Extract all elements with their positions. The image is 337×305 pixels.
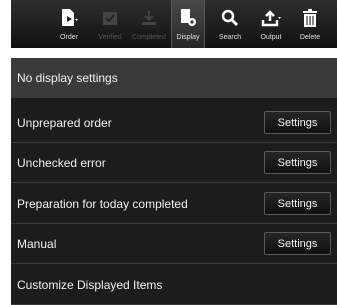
trash-icon xyxy=(297,7,323,29)
unchecked-error-settings-button[interactable]: Settings xyxy=(264,151,331,174)
output-icon xyxy=(258,7,284,29)
menu-item-unprepared-order[interactable]: Unprepared order Settings xyxy=(11,103,337,143)
order-button[interactable]: Order xyxy=(52,0,86,48)
menu-item-manual[interactable]: Manual Settings xyxy=(11,224,337,264)
menu-item-no-display-settings[interactable]: No display settings xyxy=(11,58,337,98)
search-button[interactable]: Search xyxy=(213,0,247,48)
delete-button[interactable]: Delete xyxy=(293,0,327,48)
verify-icon xyxy=(97,7,123,29)
complete-icon xyxy=(136,7,162,29)
left-border xyxy=(0,58,11,305)
search-icon xyxy=(217,7,243,29)
menu-item-unchecked-error[interactable]: Unchecked error Settings xyxy=(11,143,337,183)
preparation-completed-settings-button[interactable]: Settings xyxy=(264,192,331,215)
display-settings-menu: No display settings Unprepared order Set… xyxy=(11,58,337,305)
menu-item-customize-displayed-items[interactable]: Customize Displayed Items xyxy=(11,265,337,305)
unprepared-order-settings-button[interactable]: Settings xyxy=(264,111,331,134)
completed-button[interactable]: Completed xyxy=(132,0,166,48)
output-button[interactable]: Output xyxy=(254,0,288,48)
display-settings-icon xyxy=(175,7,201,29)
menu-item-preparation-completed[interactable]: Preparation for today completed Settings xyxy=(11,184,337,224)
toolbar-bar: Order Verified Completed Display Search xyxy=(11,0,337,48)
toolbar: Order Verified Completed Display Search xyxy=(0,0,337,58)
manual-settings-button[interactable]: Settings xyxy=(264,232,331,255)
display-button[interactable]: Display xyxy=(171,0,205,48)
verified-button[interactable]: Verified xyxy=(95,0,125,48)
order-icon xyxy=(56,7,82,29)
